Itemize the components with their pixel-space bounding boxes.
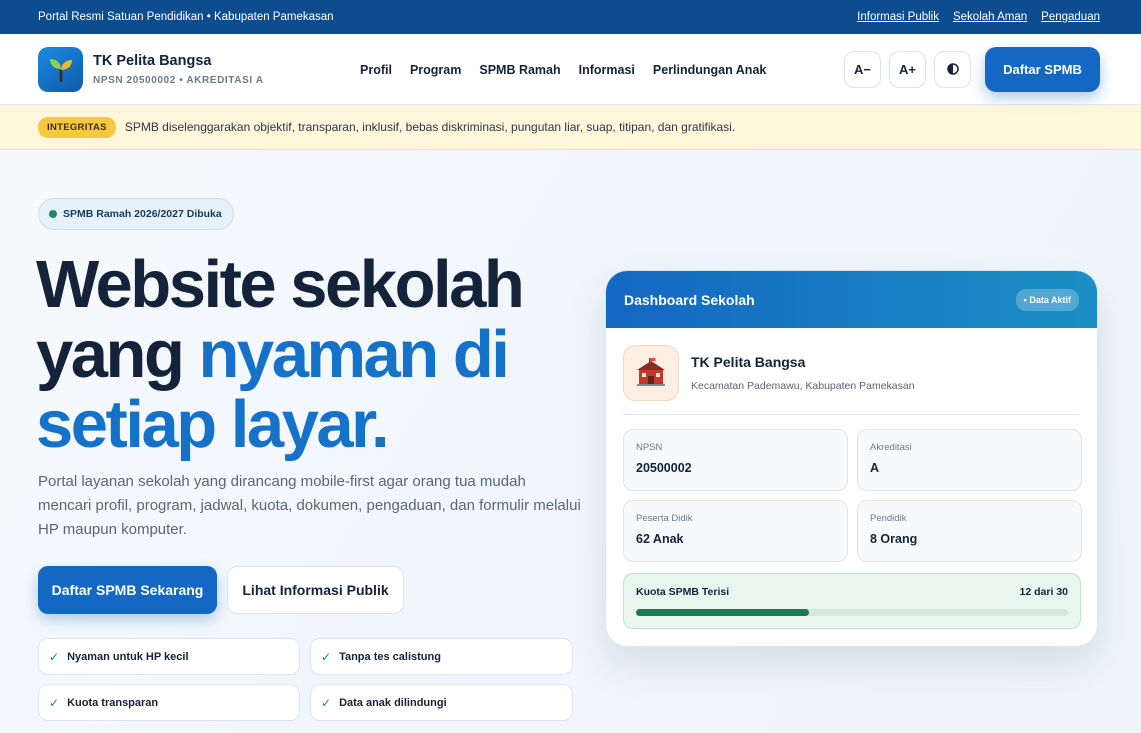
contrast-icon [946,63,959,75]
quota-progress-track [636,609,1068,616]
top-links: Informasi Publik Sekolah Aman Pengaduan [857,11,1100,23]
spmb-open-badge: SPMB Ramah 2026/2027 Dibuka [38,198,234,230]
site-header: TK Pelita Bangsa NPSN 20500002 • AKREDIT… [0,34,1141,105]
dashboard-school-name: TK Pelita Bangsa [691,354,806,370]
stat-label: Pendidik [870,513,907,524]
feature-item: ✓ Nyaman untuk HP kecil [38,638,300,675]
daftar-spmb-sekarang-button[interactable]: Daftar SPMB Sekarang [38,566,217,614]
nav-spmb-ramah[interactable]: SPMB Ramah [479,63,560,77]
brand: TK Pelita Bangsa NPSN 20500002 • AKREDIT… [93,53,264,86]
quota-row: Kuota SPMB Terisi 12 dari 30 [636,586,1068,598]
dashboard-card: Dashboard Sekolah • Data Aktif TK Pelita… [605,270,1098,647]
headline-line-1: Website sekolah [36,247,525,322]
stat-label: NPSN [636,442,663,453]
integrity-text: SPMB diselenggarakan objektif, transpara… [124,120,736,134]
stat-akreditasi: Akreditasi A [857,429,1082,491]
integrity-notice: INTEGRITAS SPMB diselenggarakan objektif… [0,105,1141,150]
quota-panel: Kuota SPMB Terisi 12 dari 30 [623,573,1081,629]
integrity-badge: INTEGRITAS [38,116,116,138]
stat-peserta-didik: Peserta Didik 62 Anak [623,500,848,562]
data-active-badge: • Data Aktif [1015,288,1079,311]
stat-label: Peserta Didik [636,513,693,524]
top-bar: Portal Resmi Satuan Pendidikan • Kabupat… [0,0,1141,34]
link-sekolah-aman[interactable]: Sekolah Aman [953,11,1027,23]
school-summary-text: TK Pelita Bangsa Kecamatan Pademawu, Kab… [691,354,915,392]
font-decrease-button[interactable]: A− [844,50,881,88]
nav-perlindungan-anak[interactable]: Perlindungan Anak [653,63,766,77]
school-building-icon [623,345,679,401]
school-logo[interactable] [38,46,83,92]
daftar-spmb-button[interactable]: Daftar SPMB [985,46,1100,92]
nav-program[interactable]: Program [410,63,461,77]
header-actions: A− A+ Daftar SPMB [844,46,1100,92]
lihat-informasi-publik-button[interactable]: Lihat Informasi Publik [227,566,404,614]
quota-count: 12 dari 30 [1019,586,1068,598]
status-dot-icon [49,210,57,218]
feature-label: Kuota transparan [67,696,159,709]
contrast-toggle-button[interactable] [934,50,971,88]
nav-profil[interactable]: Profil [360,63,392,77]
quota-label: Kuota SPMB Terisi [636,586,730,598]
headline-line-3-blue: setiap layar. [36,387,390,462]
stat-value: A [870,461,880,475]
feature-list: ✓ Nyaman untuk HP kecil ✓ Tanpa tes calist… [38,638,573,721]
check-icon: ✓ [49,649,60,664]
check-icon: ✓ [321,649,332,664]
hero-section: SPMB Ramah 2026/2027 Dibuka Website seko… [0,150,1141,733]
stat-value: 8 Orang [870,532,918,546]
headline-line-2-dark: yang [36,317,199,392]
school-name: TK Pelita Bangsa [93,52,212,69]
portal-text: Portal Resmi Satuan Pendidikan • Kabupat… [38,11,334,23]
school-meta: NPSN 20500002 • AKREDITASI A [93,74,264,86]
feature-item: ✓ Data anak dilindungi [310,684,573,721]
check-icon: ✓ [321,695,332,710]
nav-informasi[interactable]: Informasi [579,63,635,77]
school-summary: TK Pelita Bangsa Kecamatan Pademawu, Kab… [623,345,915,401]
spmb-open-text: SPMB Ramah 2026/2027 Dibuka [63,208,222,220]
stat-value: 62 Anak [636,532,684,546]
stat-label: Akreditasi [870,442,912,453]
main-nav: Profil Program SPMB Ramah Informasi Perl… [360,34,766,105]
hero-lead: Portal layanan sekolah yang dirancang mo… [38,473,581,538]
hero-headline: Website sekolah yang nyaman di setiap la… [36,247,525,462]
feature-label: Data anak dilindungi [339,696,447,709]
quota-progress-fill [636,609,809,616]
stat-value: 20500002 [636,461,692,475]
stat-pendidik: Pendidik 8 Orang [857,500,1082,562]
check-icon: ✓ [49,695,60,710]
link-pengaduan[interactable]: Pengaduan [1041,11,1100,23]
headline-line-2-blue: nyaman di [198,317,510,392]
sprout-icon [49,59,72,83]
dashboard-title: Dashboard Sekolah [624,291,755,308]
stat-npsn: NPSN 20500002 [623,429,848,491]
feature-label: Tanpa tes calistung [339,650,441,663]
dashboard-header: Dashboard Sekolah • Data Aktif [606,271,1097,328]
divider [623,414,1080,415]
font-increase-button[interactable]: A+ [889,50,926,88]
dashboard-school-location: Kecamatan Pademawu, Kabupaten Pamekasan [691,380,915,392]
feature-item: ✓ Tanpa tes calistung [310,638,573,675]
link-informasi-publik[interactable]: Informasi Publik [857,11,939,23]
feature-item: ✓ Kuota transparan [38,684,300,721]
feature-label: Nyaman untuk HP kecil [67,650,189,663]
